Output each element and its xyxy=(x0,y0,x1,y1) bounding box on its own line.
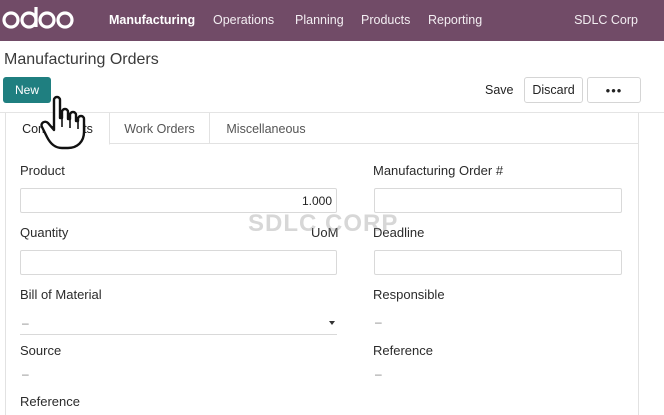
quantity-label: Quantity xyxy=(20,225,69,240)
nav-manufacturing[interactable]: Manufacturing xyxy=(109,13,195,27)
tab-work-orders[interactable]: Work Orders xyxy=(110,113,210,144)
notebook-tabs: Components Work Orders Miscellaneous xyxy=(6,113,638,145)
reference-value-right[interactable]: – xyxy=(375,367,382,381)
watermark: SDLC CORP xyxy=(248,210,399,237)
product-label: Product xyxy=(20,163,65,178)
responsible-label: Responsible xyxy=(373,287,445,302)
page-title: Manufacturing Orders xyxy=(4,51,159,68)
reference-label-left: Reference xyxy=(20,394,80,409)
responsible-value[interactable]: – xyxy=(375,315,382,329)
tab-miscellaneous[interactable]: Miscellaneous xyxy=(210,113,322,144)
deadline-field[interactable] xyxy=(374,250,622,275)
top-navbar: Manufacturing Operations Planning Produc… xyxy=(0,0,664,41)
manufacturing-order-number-field[interactable] xyxy=(374,188,622,213)
caret-down-icon xyxy=(329,321,335,325)
nav-operations[interactable]: Operations xyxy=(213,13,274,27)
more-options-button[interactable]: ••• xyxy=(587,77,641,103)
bill-of-material-select[interactable]: – xyxy=(20,311,337,335)
manufacturing-order-number-label: Manufacturing Order # xyxy=(373,163,504,178)
discard-button[interactable]: Discard xyxy=(524,77,583,103)
nav-products[interactable]: Products xyxy=(361,13,410,27)
save-button[interactable]: Save xyxy=(485,78,514,102)
company-switcher[interactable]: SDLC Corp xyxy=(574,13,638,27)
hand-pointer-icon xyxy=(40,95,86,150)
nav-planning[interactable]: Planning xyxy=(295,13,344,27)
odoo-logo[interactable] xyxy=(2,5,74,35)
source-label: Source xyxy=(20,343,62,358)
reference-label-right: Reference xyxy=(373,343,433,358)
bill-of-material-value: – xyxy=(22,316,29,330)
quantity-field[interactable] xyxy=(20,250,337,275)
bill-of-material-label: Bill of Material xyxy=(20,287,102,302)
nav-reporting[interactable]: Reporting xyxy=(428,13,482,27)
source-value[interactable]: – xyxy=(22,367,29,381)
